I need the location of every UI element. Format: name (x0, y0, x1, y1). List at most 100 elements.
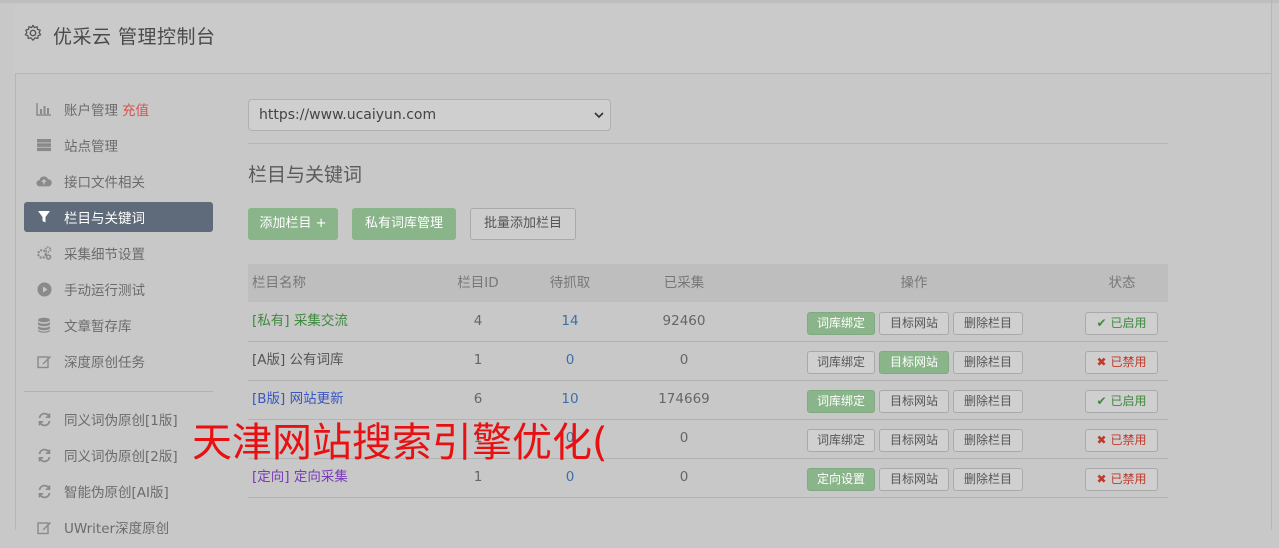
target-site-button[interactable]: 目标网站 (879, 351, 949, 374)
sidebar-item-manual-run[interactable]: 手动运行测试 (24, 274, 213, 304)
refresh-icon (36, 483, 52, 499)
x-icon: ✖ (1096, 472, 1107, 486)
column-name-link[interactable]: [A版] 公有词库 (252, 341, 344, 380)
status-label: 已启用 (1110, 316, 1147, 330)
server-icon (36, 137, 52, 153)
sidebar-item-ai-pseudo[interactable]: 智能伪原创[AI版] (24, 476, 213, 506)
sidebar: 账户管理 充值 站点管理 接口文件相关 栏目与关键词 采集细节设置 手动运行测试 (24, 94, 213, 548)
edit-icon (36, 519, 52, 535)
content-frame-right (1271, 0, 1272, 530)
filter-icon (36, 209, 52, 225)
table-row: [私有] 采集交流 4 14 92460 词库绑定 目标网站 删除栏目 ✔ 已启… (248, 302, 1168, 342)
sidebar-item-article-storage[interactable]: 文章暂存库 (24, 310, 213, 340)
status-disabled-button[interactable]: ✖ 已禁用 (1085, 429, 1158, 452)
page-title: 优采云 管理控制台 (53, 26, 216, 48)
status-label: 已禁用 (1110, 355, 1147, 369)
header-name: 栏目名称 (252, 275, 306, 291)
cloud-upload-icon (36, 173, 52, 189)
sidebar-item-label: 栏目与关键词 (64, 211, 145, 227)
collected-count: 0 (679, 352, 689, 368)
check-icon: ✔ (1096, 394, 1107, 408)
status-enabled-button[interactable]: ✔ 已启用 (1085, 390, 1158, 413)
sidebar-item-interface-files[interactable]: 接口文件相关 (24, 166, 213, 196)
status-label: 已启用 (1110, 394, 1147, 408)
top-border (0, 0, 1279, 3)
section-title: 栏目与关键词 (248, 164, 363, 186)
refresh-icon (36, 447, 52, 463)
sidebar-item-uwriter[interactable]: UWriter深度原创 (24, 512, 213, 542)
header-pending: 待抓取 (549, 275, 591, 291)
sidebar-item-label: 同义词伪原创[1版] (64, 413, 178, 429)
sidebar-item-label: 手动运行测试 (64, 283, 145, 299)
site-select[interactable]: https://www.ucaiyun.com (248, 99, 611, 131)
collected-count: 174669 (658, 391, 710, 407)
sidebar-divider (24, 391, 213, 392)
gears-icon (36, 245, 52, 261)
database-icon (36, 317, 52, 333)
sidebar-item-account[interactable]: 账户管理 充值 (24, 94, 213, 124)
sidebar-item-synonym-v2[interactable]: 同义词伪原创[2版] (24, 440, 213, 470)
bind-library-button[interactable]: 词库绑定 (807, 351, 875, 374)
private-library-button[interactable]: 私有词库管理 (352, 208, 456, 240)
overlay-watermark-text: 天津网站搜索引擎优化( (192, 420, 608, 466)
bind-library-button[interactable]: 词库绑定 (807, 429, 875, 452)
header-id: 栏目ID (457, 275, 499, 291)
gear-icon (24, 24, 42, 41)
sidebar-item-label: 文章暂存库 (64, 319, 132, 335)
sidebar-item-label: UWriter深度原创 (64, 521, 170, 537)
sidebar-item-label: 深度原创任务 (64, 355, 145, 371)
bind-library-button[interactable]: 词库绑定 (807, 390, 875, 413)
directed-settings-button[interactable]: 定向设置 (807, 468, 875, 491)
chevron-down-icon (594, 112, 604, 119)
bar-chart-icon (36, 101, 52, 117)
recharge-link[interactable]: 充值 (122, 99, 149, 119)
delete-column-button[interactable]: 删除栏目 (953, 468, 1023, 491)
sidebar-item-label: 智能伪原创[AI版] (64, 485, 169, 501)
sidebar-item-label: 账户管理 (64, 103, 118, 119)
bind-library-button[interactable]: 词库绑定 (807, 312, 875, 335)
x-icon: ✖ (1096, 433, 1107, 447)
status-label: 已禁用 (1110, 433, 1147, 447)
header-ops: 操作 (900, 275, 928, 291)
divider (248, 143, 1168, 144)
sidebar-item-sites[interactable]: 站点管理 (24, 130, 213, 160)
target-site-button[interactable]: 目标网站 (879, 312, 949, 335)
table-header: 栏目名称 栏目ID 待抓取 已采集 操作 状态 (248, 264, 1168, 302)
sidebar-item-label: 采集细节设置 (64, 247, 145, 263)
status-disabled-button[interactable]: ✖ 已禁用 (1085, 468, 1158, 491)
sidebar-item-label: 站点管理 (64, 139, 118, 155)
sidebar-item-label: 同义词伪原创[2版] (64, 449, 178, 465)
edit-icon (36, 353, 52, 369)
status-label: 已禁用 (1110, 472, 1147, 486)
delete-column-button[interactable]: 删除栏目 (953, 429, 1023, 452)
delete-column-button[interactable]: 删除栏目 (953, 312, 1023, 335)
x-icon: ✖ (1096, 355, 1107, 369)
site-select-value: https://www.ucaiyun.com (259, 107, 437, 123)
column-name-link[interactable]: [私有] 采集交流 (252, 302, 348, 341)
batch-add-column-button[interactable]: 批量添加栏目 (470, 208, 576, 240)
collected-count: 0 (679, 469, 689, 485)
play-circle-icon (36, 281, 52, 297)
sidebar-item-columns-keywords[interactable]: 栏目与关键词 (24, 202, 213, 232)
pending-count[interactable]: 0 (520, 341, 620, 380)
refresh-icon (36, 411, 52, 427)
delete-column-button[interactable]: 删除栏目 (953, 351, 1023, 374)
delete-column-button[interactable]: 删除栏目 (953, 390, 1023, 413)
add-column-button[interactable]: 添加栏目 + (248, 208, 338, 240)
sidebar-item-label: 接口文件相关 (64, 175, 145, 191)
content-frame-left (15, 73, 16, 530)
target-site-button[interactable]: 目标网站 (879, 468, 949, 491)
status-enabled-button[interactable]: ✔ 已启用 (1085, 312, 1158, 335)
table-row: [A版] 公有词库 1 0 0 词库绑定 目标网站 删除栏目 ✖ 已禁用 (248, 341, 1168, 381)
status-disabled-button[interactable]: ✖ 已禁用 (1085, 351, 1158, 374)
check-icon: ✔ (1096, 316, 1107, 330)
sidebar-item-synonym-v1[interactable]: 同义词伪原创[1版] (24, 404, 213, 434)
header-status: 状态 (1108, 275, 1136, 291)
target-site-button[interactable]: 目标网站 (879, 429, 949, 452)
sidebar-item-collect-settings[interactable]: 采集细节设置 (24, 238, 213, 268)
sidebar-item-deep-original[interactable]: 深度原创任务 (24, 346, 213, 376)
target-site-button[interactable]: 目标网站 (879, 390, 949, 413)
page-header: 优采云 管理控制台 (15, 4, 1271, 74)
collected-count: 0 (679, 430, 689, 446)
pending-count[interactable]: 14 (520, 302, 620, 341)
